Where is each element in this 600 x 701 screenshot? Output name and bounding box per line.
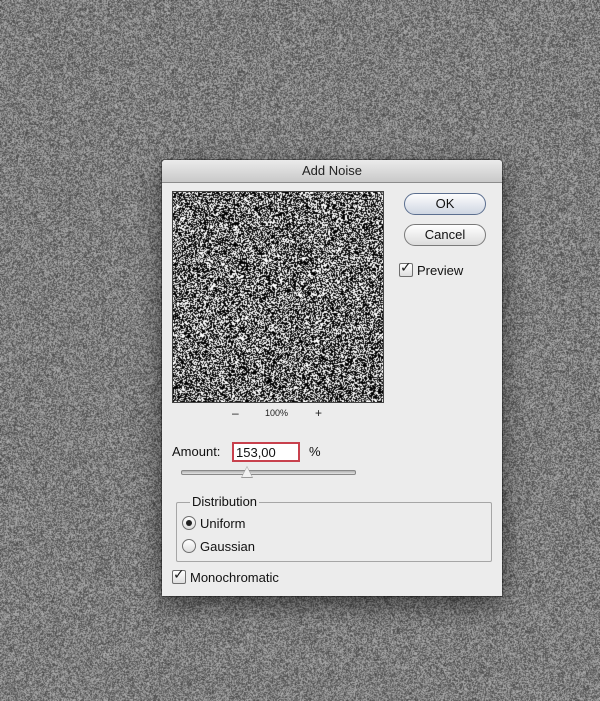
uniform-label: Uniform [200,516,246,531]
preview-label: Preview [417,263,464,278]
distribution-legend: Distribution [190,494,260,509]
preview-image [173,192,383,402]
uniform-radio-button[interactable] [182,516,196,530]
zoom-out-button[interactable]: – [232,407,239,419]
dialog-title: Add Noise [162,160,502,183]
amount-slider-thumb[interactable] [240,466,253,478]
uniform-radio[interactable]: Uniform [182,516,246,532]
amount-input[interactable] [232,442,300,462]
amount-label: Amount: [172,444,221,459]
monochromatic-checkbox-box[interactable]: ✓ [172,567,186,584]
amount-slider-track[interactable] [181,470,356,475]
gaussian-radio-button[interactable] [182,539,196,553]
noise-preview[interactable] [172,191,384,403]
checkmark-icon: ✓ [173,567,185,583]
zoom-level: 100% [265,408,289,418]
zoom-controls: – 100% + [172,407,384,421]
preview-checkbox[interactable]: ✓ Preview [399,260,464,279]
gaussian-radio[interactable]: Gaussian [182,539,255,555]
gaussian-label: Gaussian [200,539,255,554]
zoom-in-button[interactable]: + [315,407,322,419]
amount-unit: % [309,444,321,459]
checkmark-icon: ✓ [400,260,412,276]
monochromatic-checkbox[interactable]: ✓ Monochromatic [172,567,279,586]
ok-button[interactable]: OK [404,193,486,215]
monochromatic-label: Monochromatic [190,570,279,585]
preview-checkbox-box[interactable]: ✓ [399,260,413,277]
cancel-button[interactable]: Cancel [404,224,486,246]
add-noise-dialog: Add Noise – 100% + OK Cancel ✓ Preview Am… [162,160,502,596]
radio-selected-dot [186,520,192,526]
